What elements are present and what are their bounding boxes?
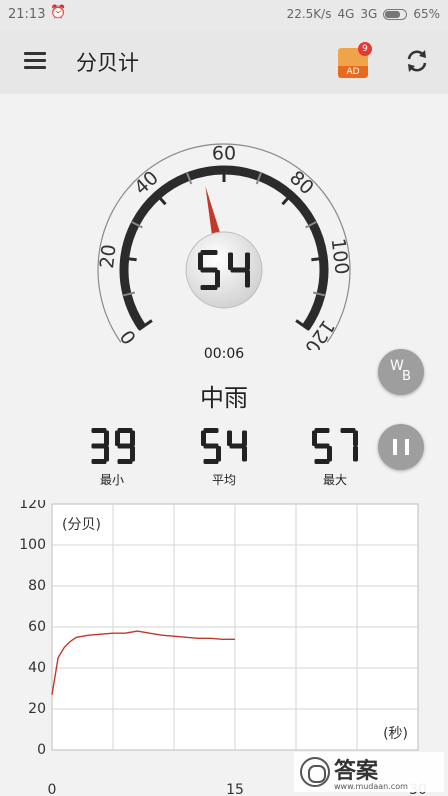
signal-4g: 4G bbox=[337, 7, 355, 21]
gauge-tick bbox=[311, 256, 328, 262]
stat-max: 最大 bbox=[295, 426, 375, 488]
ad-icon[interactable]: AD 9 bbox=[338, 42, 372, 78]
chart-y-tick-label: 0 bbox=[37, 742, 46, 758]
chart-y-tick-label: 20 bbox=[28, 701, 46, 717]
decibel-gauge: 020406080100120 bbox=[96, 143, 353, 351]
watermark: 答案 www.mudaan.com bbox=[294, 752, 444, 792]
battery-icon bbox=[383, 8, 408, 20]
app-title: 分贝计 bbox=[76, 51, 139, 75]
stat-avg: 平均 bbox=[184, 426, 264, 488]
chart-y-tick-label: 40 bbox=[28, 660, 46, 676]
menu-icon[interactable] bbox=[24, 52, 46, 70]
gauge-scale-label: 0 bbox=[116, 326, 141, 349]
stat-max-label: 最大 bbox=[322, 473, 347, 487]
stat-min: 最小 bbox=[72, 426, 152, 488]
stat-avg-value bbox=[201, 428, 247, 464]
stat-digit bbox=[201, 428, 247, 464]
stat-digit bbox=[312, 428, 358, 464]
gauge-scale-label: 60 bbox=[212, 143, 236, 165]
stat-avg-label: 平均 bbox=[211, 473, 236, 487]
stat-max-value bbox=[312, 428, 358, 464]
gauge-scale-label: 20 bbox=[96, 243, 121, 270]
chart-y-tick-label: 120 bbox=[19, 500, 46, 512]
gauge-tick bbox=[120, 256, 137, 262]
weighting-b: B bbox=[402, 369, 411, 384]
gauge-knob bbox=[185, 231, 263, 309]
refresh-icon[interactable] bbox=[403, 47, 431, 75]
network-speed: 22.5K/s bbox=[286, 7, 332, 21]
status-indicators: 22.5K/s 4G 3G 65% bbox=[287, 7, 440, 21]
watermark-text: 答案 bbox=[334, 759, 379, 784]
chart-x-tick-label: 0 bbox=[48, 782, 57, 796]
chart-x-tick-label: 15 bbox=[226, 782, 244, 796]
chart-y-tick-label: 100 bbox=[19, 537, 46, 553]
signal-3g: 3G bbox=[360, 7, 378, 21]
chart-y-tick-label: 60 bbox=[28, 619, 46, 635]
status-bar: 21:13 ⏰ 22.5K/s 4G 3G 65% bbox=[0, 0, 448, 30]
watermark-logo-icon bbox=[300, 757, 330, 787]
weighting-button[interactable]: W B bbox=[378, 349, 424, 395]
chart-y-unit-label: (分贝) bbox=[62, 517, 101, 533]
status-time: 21:13 bbox=[8, 7, 46, 22]
app-bar: 分贝计 AD 9 bbox=[0, 30, 448, 94]
ad-badge: 9 bbox=[358, 42, 372, 56]
stat-min-label: 最小 bbox=[99, 473, 124, 487]
pause-button[interactable] bbox=[378, 424, 424, 470]
battery-percent: 65% bbox=[413, 7, 440, 21]
watermark-url: www.mudaan.com bbox=[334, 782, 408, 791]
gauge-scale-label: 100 bbox=[327, 237, 353, 276]
chart-x-unit-label: (秒) bbox=[383, 726, 408, 742]
ad-label: AD bbox=[338, 66, 368, 78]
stat-min-value bbox=[91, 428, 135, 464]
gauge-needle bbox=[205, 186, 221, 237]
stat-digit bbox=[91, 428, 135, 464]
chart-y-tick-label: 80 bbox=[28, 578, 46, 594]
alarm-icon: ⏰ bbox=[50, 5, 67, 20]
